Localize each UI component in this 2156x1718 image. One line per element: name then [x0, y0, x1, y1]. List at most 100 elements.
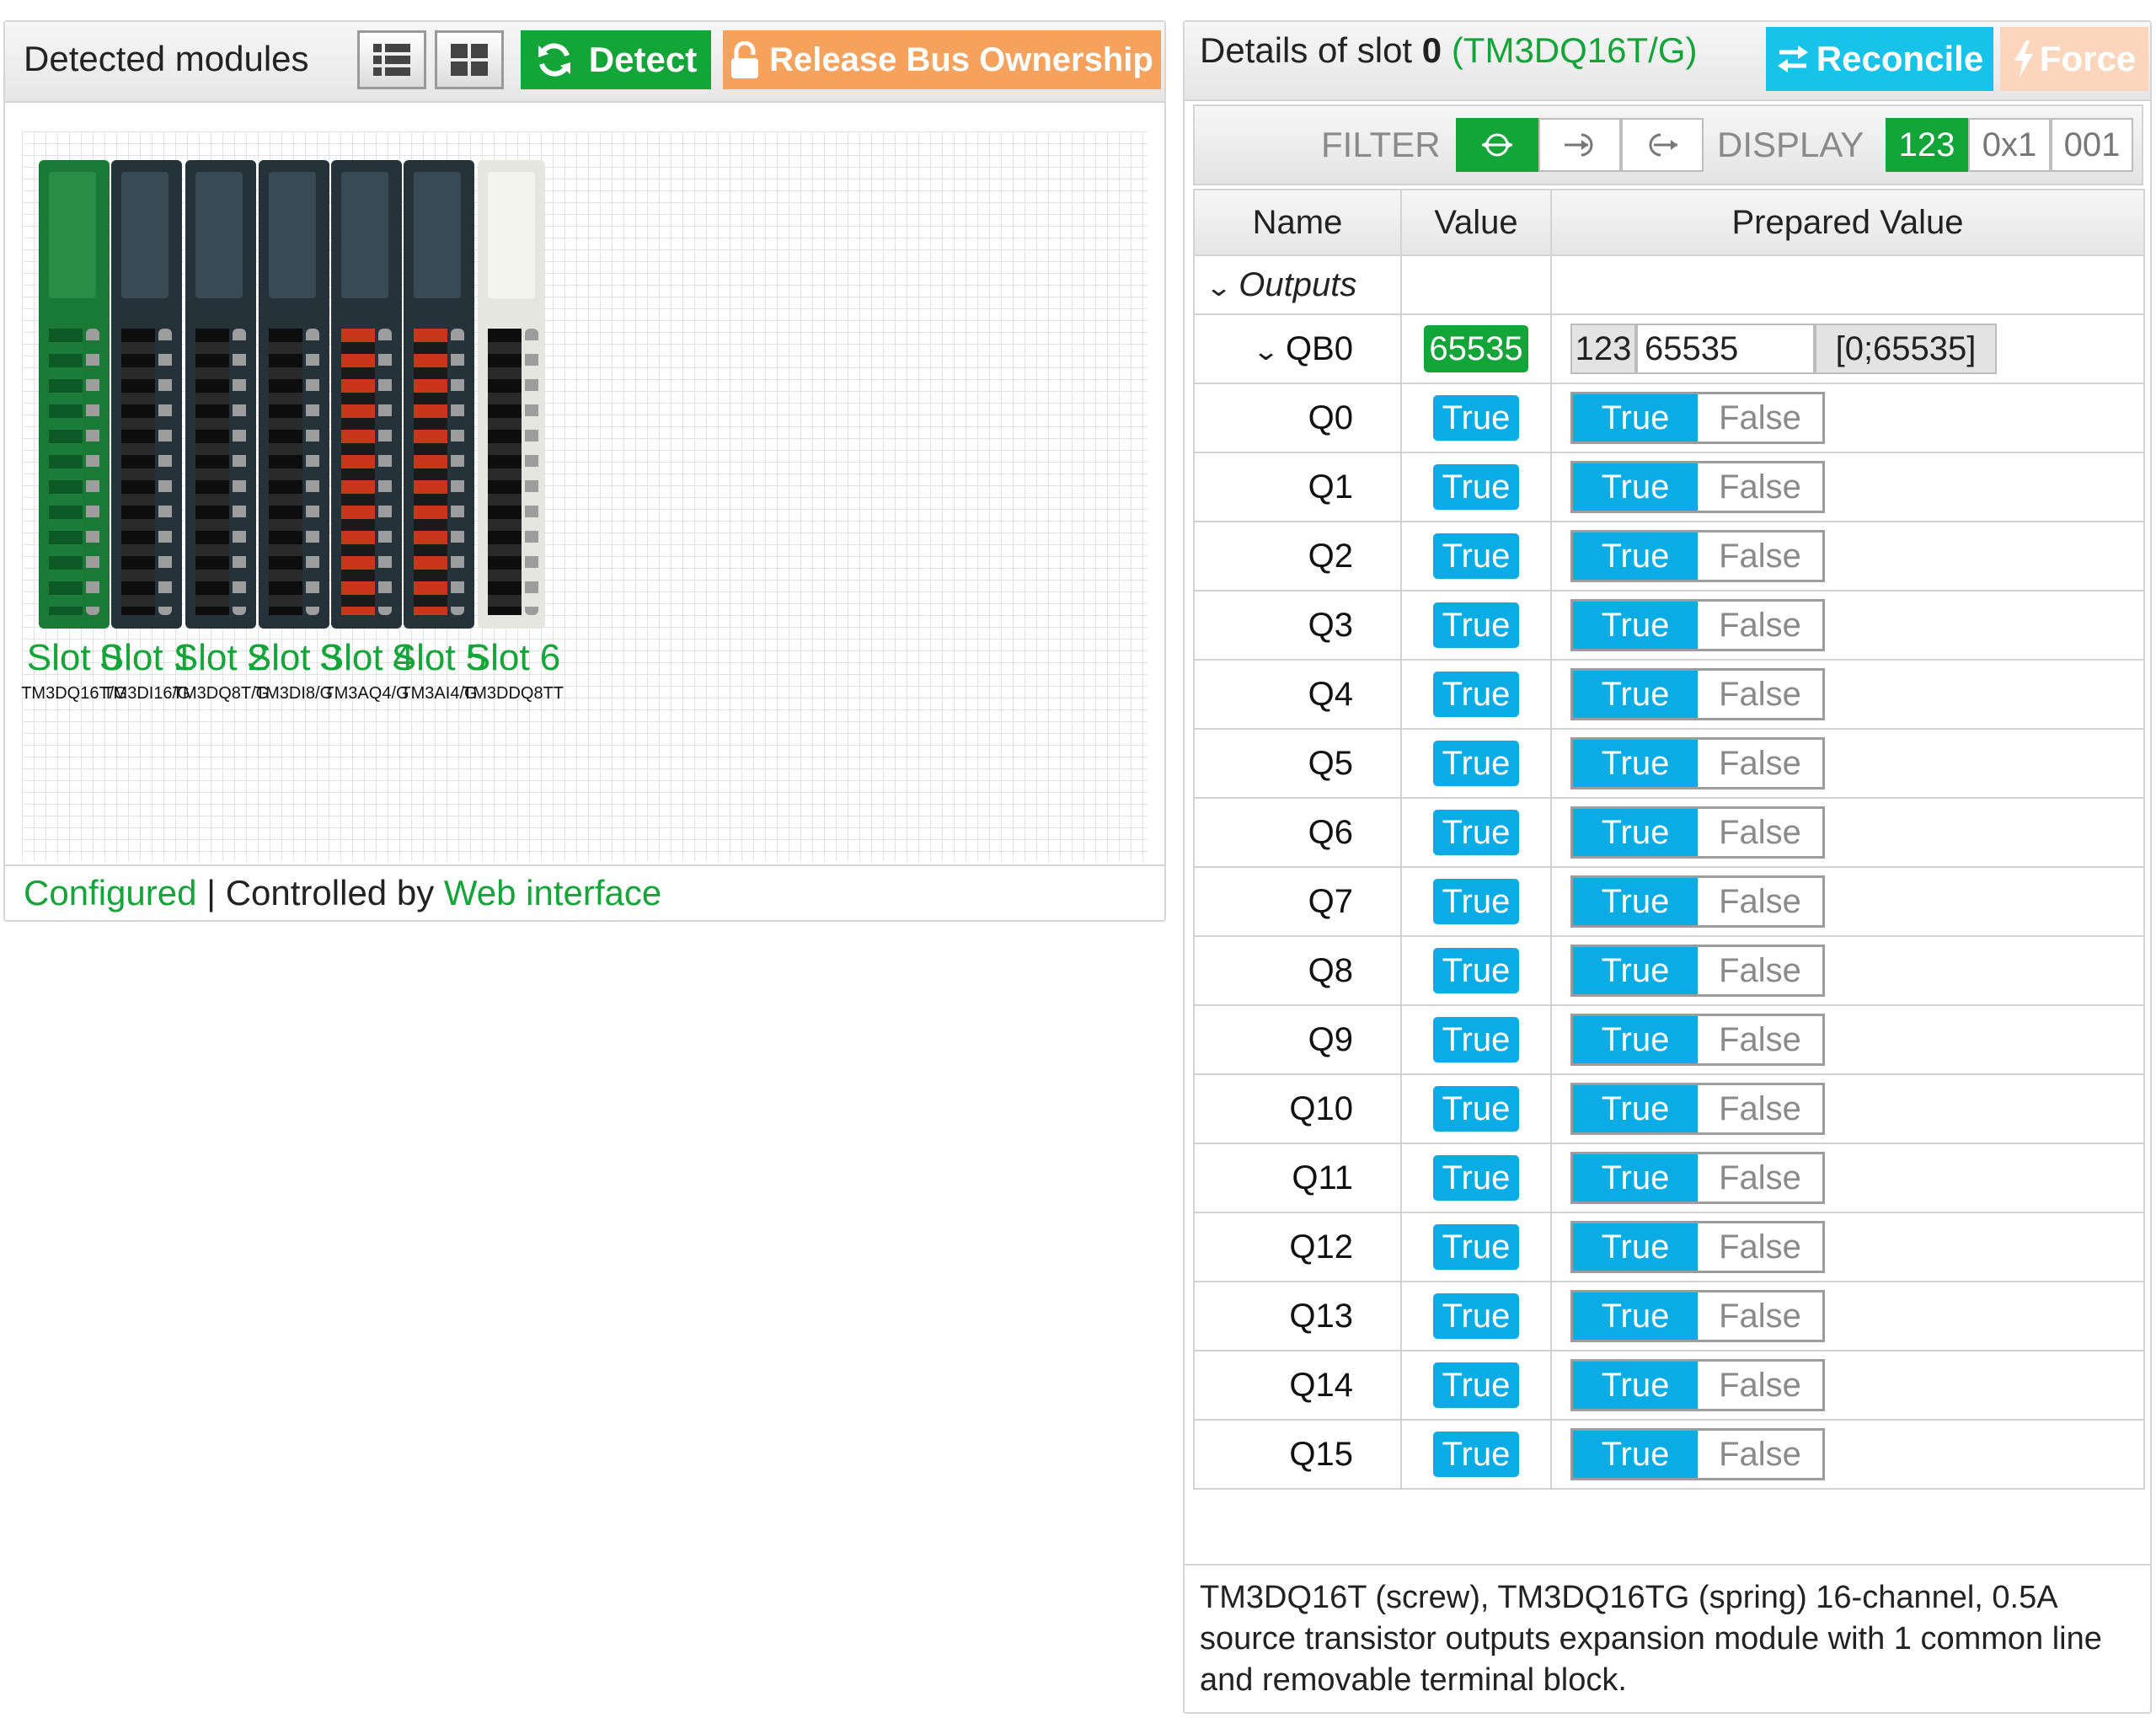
module-slot-0[interactable]: [39, 160, 110, 629]
slot-number: 0: [1421, 30, 1442, 70]
reconcile-button[interactable]: Reconcile: [1766, 27, 1993, 91]
display-label: DISPLAY: [1717, 125, 1864, 164]
byte-name[interactable]: ⌄ QB0: [1193, 313, 1402, 384]
toggle-true-button[interactable]: True: [1573, 947, 1698, 994]
bit-value: True: [1433, 1017, 1519, 1062]
toggle-false-button[interactable]: False: [1698, 1431, 1822, 1478]
toggle-true-button[interactable]: True: [1573, 809, 1698, 856]
bit-prepared-cell: True False: [1550, 935, 2145, 1006]
toggle-false-button[interactable]: False: [1698, 1293, 1822, 1340]
slot-module-ref: (TM3DQ16T/G): [1451, 30, 1698, 70]
toggle-true-button[interactable]: True: [1573, 671, 1698, 718]
byte-value-cell: 65535: [1400, 313, 1552, 384]
toggle-true-button[interactable]: True: [1573, 1293, 1698, 1340]
module-slot-6[interactable]: [478, 160, 545, 629]
display-hex-button[interactable]: 0x1: [1968, 118, 2051, 172]
toggle-true-button[interactable]: True: [1573, 394, 1698, 442]
toggle-false-button[interactable]: False: [1698, 533, 1822, 580]
table-row: Q4 True True False: [1193, 659, 2145, 730]
table-row: Q12 True True False: [1193, 1212, 2145, 1282]
filter-inputs-button[interactable]: [1538, 118, 1621, 172]
bit-value-cell: True: [1400, 1004, 1552, 1075]
bit-value: True: [1433, 672, 1519, 717]
bit-name: Q4: [1193, 659, 1402, 730]
bit-prepared-cell: True False: [1550, 1004, 2145, 1075]
table-row: Q11 True True False: [1193, 1143, 2145, 1213]
toggle-false-button[interactable]: False: [1698, 1223, 1822, 1271]
toggle-false-button[interactable]: False: [1698, 1154, 1822, 1202]
table-row: Q1 True True False: [1193, 452, 2145, 522]
toggle-false-button[interactable]: False: [1698, 809, 1822, 856]
toggle-false-button[interactable]: False: [1698, 671, 1822, 718]
display-binary-button[interactable]: 001: [2051, 118, 2133, 172]
toggle-false-button[interactable]: False: [1698, 947, 1822, 994]
toggle-true-button[interactable]: True: [1573, 740, 1698, 787]
bit-name: Q9: [1193, 1004, 1402, 1075]
force-button[interactable]: Force: [2000, 27, 2148, 91]
toggle-true-button[interactable]: True: [1573, 1362, 1698, 1409]
table-row: Q0 True True False: [1193, 383, 2145, 453]
controller-name: Web interface: [443, 873, 662, 913]
toggle-true-button[interactable]: True: [1573, 1223, 1698, 1271]
toggle-true-button[interactable]: True: [1573, 1016, 1698, 1063]
toggle-true-button[interactable]: True: [1573, 463, 1698, 511]
module-slot-1[interactable]: [111, 160, 182, 629]
bit-value-cell: True: [1400, 1212, 1552, 1282]
toggle-true-button[interactable]: True: [1573, 602, 1698, 649]
toggle-false-button[interactable]: False: [1698, 394, 1822, 442]
toggle-false-button[interactable]: False: [1698, 1362, 1822, 1409]
bit-name: Q15: [1193, 1419, 1402, 1490]
bit-prepared-cell: True False: [1550, 1281, 2145, 1351]
table-row: Q9 True True False: [1193, 1004, 2145, 1075]
terminal-block: [488, 329, 522, 615]
chevron-down-icon[interactable]: ⌄: [1205, 273, 1233, 302]
list-view-button[interactable]: [357, 30, 426, 89]
bit-value-cell: True: [1400, 590, 1552, 661]
slot-label[interactable]: Slot 6: [454, 637, 572, 679]
bit-value: True: [1433, 1155, 1519, 1201]
toggle-false-button[interactable]: False: [1698, 1085, 1822, 1132]
details-title-prefix: Details of slot: [1200, 30, 1413, 70]
filter-label: FILTER: [1321, 125, 1441, 164]
toggle-true-button[interactable]: True: [1573, 1154, 1698, 1202]
byte-row-qb0[interactable]: ⌄ QB0 65535 123 [0;65535]: [1193, 313, 2145, 384]
toggle-false-button[interactable]: False: [1698, 1016, 1822, 1063]
bit-value: True: [1433, 810, 1519, 855]
detect-button[interactable]: Detect: [521, 30, 711, 89]
terminal-screws: [525, 329, 538, 615]
force-label: Force: [2039, 39, 2137, 78]
group-row-outputs[interactable]: ⌄ Outputs: [1193, 254, 2145, 315]
chevron-down-icon[interactable]: ⌄: [1252, 337, 1280, 367]
module-slot-3[interactable]: [259, 160, 329, 629]
bit-value-cell: True: [1400, 1350, 1552, 1421]
toggle-false-button[interactable]: False: [1698, 878, 1822, 925]
bit-prepared-cell: True False: [1550, 1350, 2145, 1421]
table-row: Q10 True True False: [1193, 1073, 2145, 1144]
toggle-true-button[interactable]: True: [1573, 1431, 1698, 1478]
bit-value-cell: True: [1400, 383, 1552, 453]
release-bus-ownership-button[interactable]: Release Bus Ownership: [723, 30, 1161, 89]
toggle-false-button[interactable]: False: [1698, 740, 1822, 787]
byte-format-button[interactable]: 123: [1570, 324, 1636, 374]
true-false-toggle: True False: [1570, 875, 1825, 928]
true-false-toggle: True False: [1570, 1359, 1825, 1411]
toggle-true-button[interactable]: True: [1573, 1085, 1698, 1132]
detected-modules-panel: Detected modules Detect Release Bus Owne…: [3, 20, 1166, 922]
toggle-true-button[interactable]: True: [1573, 878, 1698, 925]
display-decimal-button[interactable]: 123: [1886, 118, 1968, 172]
toggle-true-button[interactable]: True: [1573, 533, 1698, 580]
filter-all-button[interactable]: [1456, 118, 1538, 172]
toggle-false-button[interactable]: False: [1698, 602, 1822, 649]
table-row: Q3 True True False: [1193, 590, 2145, 661]
column-value: Value: [1400, 189, 1552, 256]
grid-view-button[interactable]: [435, 30, 504, 89]
module-slot-4[interactable]: [331, 160, 402, 629]
group-name[interactable]: ⌄ Outputs: [1193, 254, 1402, 315]
byte-prepared-input[interactable]: [1636, 324, 1815, 374]
module-slot-2[interactable]: [185, 160, 256, 629]
bit-value: True: [1433, 1293, 1519, 1339]
filter-outputs-button[interactable]: [1621, 118, 1704, 172]
controlled-by-text: | Controlled by: [206, 873, 435, 913]
toggle-false-button[interactable]: False: [1698, 463, 1822, 511]
module-slot-5[interactable]: [404, 160, 474, 629]
